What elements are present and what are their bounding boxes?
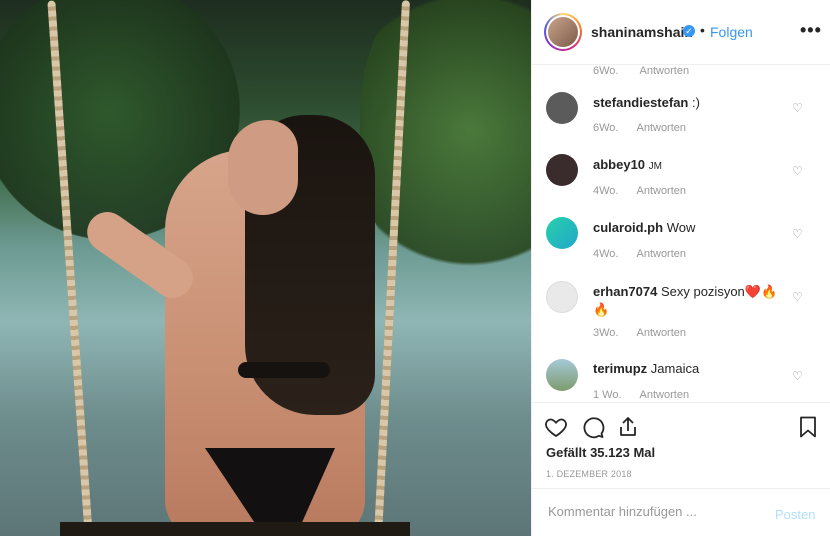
- share-icon[interactable]: [616, 415, 640, 439]
- reply-link[interactable]: Antworten: [636, 248, 686, 260]
- comment-username[interactable]: erhan7074: [593, 284, 657, 299]
- follow-button[interactable]: Folgen: [710, 24, 753, 40]
- comment-avatar[interactable]: [546, 92, 578, 124]
- photo-bikini-top: [238, 362, 330, 378]
- photo-foliage-right: [360, 0, 531, 290]
- like-heart-icon[interactable]: [544, 415, 568, 439]
- comment-username[interactable]: abbey10: [593, 157, 645, 172]
- bookmark-icon[interactable]: [796, 415, 820, 439]
- reply-link[interactable]: Antworten: [640, 65, 690, 77]
- comment-avatar[interactable]: [546, 217, 578, 249]
- comment-meta: 1 Wo. Antworten: [593, 389, 690, 401]
- comment-username[interactable]: stefandiestefan: [593, 95, 688, 110]
- comment-text: cularoid.ph Wow: [593, 220, 696, 235]
- comment-like-heart-icon[interactable]: ♡: [792, 369, 803, 383]
- photo-figure-head: [228, 120, 298, 215]
- comment-username[interactable]: cularoid.ph: [593, 220, 663, 235]
- comment-meta-partial: 6Wo. Antworten: [593, 65, 690, 77]
- comment-text: abbey10 JM: [593, 157, 663, 172]
- post-actions: Gefällt 35.123 Mal 1. DEZEMBER 2018: [532, 402, 830, 488]
- comment-text: terimupz Jamaica: [593, 361, 700, 376]
- more-options-icon[interactable]: •••: [800, 20, 822, 41]
- comments-list[interactable]: 6Wo. Antworten stefandiestefan :) 6Wo. An…: [532, 65, 830, 402]
- likes-count[interactable]: Gefällt 35.123 Mal: [546, 445, 655, 460]
- reply-link[interactable]: Antworten: [636, 327, 686, 339]
- post-comment-button[interactable]: Posten: [775, 507, 815, 522]
- post-header: shaninamshaik ✓ • Folgen •••: [532, 0, 830, 65]
- reply-link[interactable]: Antworten: [636, 185, 686, 197]
- comment-meta: 6Wo. Antworten: [593, 122, 687, 134]
- comment-avatar[interactable]: [546, 281, 578, 313]
- comment-like-heart-icon[interactable]: ♡: [792, 164, 803, 178]
- comment-meta: 4Wo. Antworten: [593, 248, 687, 260]
- reply-link[interactable]: Antworten: [640, 389, 690, 401]
- author-avatar[interactable]: [544, 13, 582, 51]
- comment-bubble-icon[interactable]: [581, 415, 605, 439]
- comment-like-heart-icon[interactable]: ♡: [792, 227, 803, 241]
- post-date: 1. DEZEMBER 2018: [546, 469, 632, 479]
- comment-avatar[interactable]: [546, 359, 578, 391]
- comment-like-heart-icon[interactable]: ♡: [792, 290, 803, 304]
- comment-text: erhan7074 Sexy pozisyon❤️🔥🔥: [593, 284, 778, 317]
- post-photo[interactable]: [0, 0, 531, 536]
- comment-username[interactable]: terimupz: [593, 361, 647, 376]
- verified-badge-icon: ✓: [683, 25, 695, 37]
- comment-meta: 3Wo. Antworten: [593, 327, 687, 339]
- add-comment-bar: Posten: [532, 488, 830, 537]
- header-separator: •: [700, 22, 705, 38]
- comment-text: stefandiestefan :): [593, 95, 700, 110]
- comment-like-heart-icon[interactable]: ♡: [792, 101, 803, 115]
- swing-seat: [60, 522, 410, 536]
- reply-link[interactable]: Antworten: [636, 122, 686, 134]
- comment-avatar[interactable]: [546, 154, 578, 186]
- author-username[interactable]: shaninamshaik: [591, 24, 692, 40]
- comment-input[interactable]: [546, 503, 760, 520]
- comment-meta: 4Wo. Antworten: [593, 185, 687, 197]
